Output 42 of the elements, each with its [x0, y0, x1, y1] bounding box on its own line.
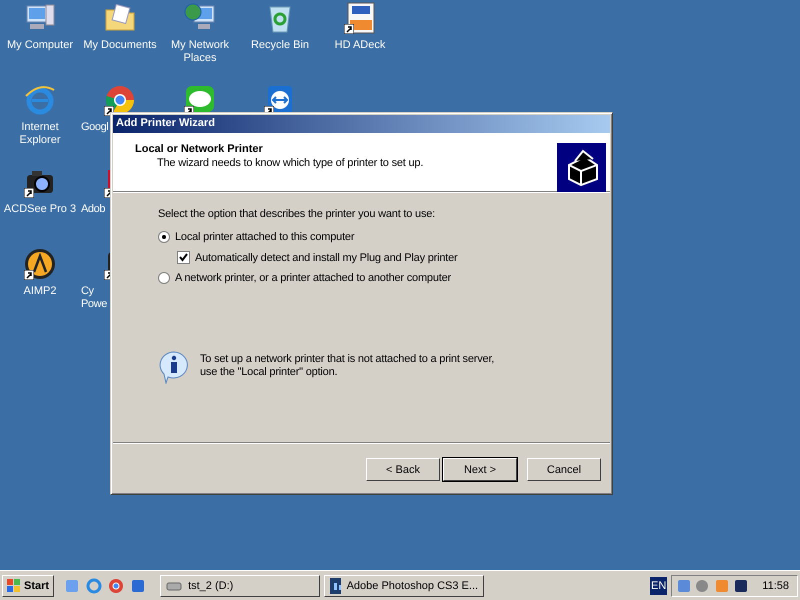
clock: 11:58	[762, 580, 789, 592]
desktop-icon-label[interactable]: Googl	[80, 121, 108, 134]
windows-flag-icon	[7, 578, 21, 592]
app-icon[interactable]	[130, 578, 146, 594]
shortcut-arrow-icon	[24, 270, 34, 280]
desktop-icon-label[interactable]: Recycle Bin	[250, 39, 310, 52]
radio-option[interactable]: Local printer attached to this computer	[158, 231, 610, 243]
desktop-icon-label[interactable]: My Network Places	[170, 39, 230, 65]
ps-logo-icon	[330, 578, 341, 594]
window-title: Add Printer Wizard	[113, 115, 610, 133]
radio-button[interactable]	[158, 231, 170, 243]
prompt-text: Select the option that describes the printer you want to use:	[158, 208, 436, 220]
triangle-badge-icon[interactable]	[24, 248, 56, 280]
desktop-icon-label[interactable]: ACDSee Pro 3	[4, 203, 76, 216]
info-text: To set up a network printer that is not attached to a print server, use the "Local printer" option.	[200, 353, 494, 379]
desktop-icon-label[interactable]: HD ADeck	[334, 39, 386, 52]
start-button[interactable]: Start	[2, 574, 54, 596]
drive-icon	[166, 580, 182, 592]
desktop-icon-label[interactable]: Adob	[80, 203, 106, 216]
wizard-button[interactable]: Cancel	[527, 458, 601, 481]
wizard-button[interactable]: < Back	[366, 458, 440, 481]
header-title: Local or Network Printer	[135, 143, 264, 155]
option-label: Automatically detect and install my Plug and Play printer	[195, 252, 458, 264]
shortcut-arrow-icon	[24, 188, 34, 198]
info-icon	[158, 350, 190, 384]
shortcut-arrow-icon	[344, 24, 354, 34]
desktop-icon-label[interactable]: Cy Powe	[80, 285, 107, 311]
option-label: Local printer attached to this computer	[175, 231, 354, 243]
desktop-icon-label[interactable]: My Documents	[83, 39, 157, 52]
wizard-button[interactable]: Next >	[443, 458, 517, 481]
taskbar-button[interactable]: Adobe Photoshop CS3 E...	[324, 574, 484, 596]
taskbar-button[interactable]: tst_2 (D:)	[160, 574, 320, 596]
language-indicator[interactable]: EN	[650, 576, 668, 594]
header-subtitle: The wizard needs to know which type of printer to set up.	[157, 157, 424, 169]
desktop-icon-label[interactable]: Internet Explorer	[20, 121, 60, 147]
desktop-icon-label[interactable]: My Computer	[6, 39, 74, 52]
radio-button[interactable]	[158, 272, 170, 284]
option-label: A network printer, or a printer attached to another computer	[175, 272, 451, 284]
radio-option[interactable]: A network printer, or a printer attached to another computer	[158, 272, 610, 284]
checkbox[interactable]	[177, 251, 190, 264]
checkbox-option[interactable]: Automatically detect and install my Plug and Play printer	[177, 251, 610, 264]
desktop-icon-label[interactable]: AIMP2	[23, 285, 56, 298]
